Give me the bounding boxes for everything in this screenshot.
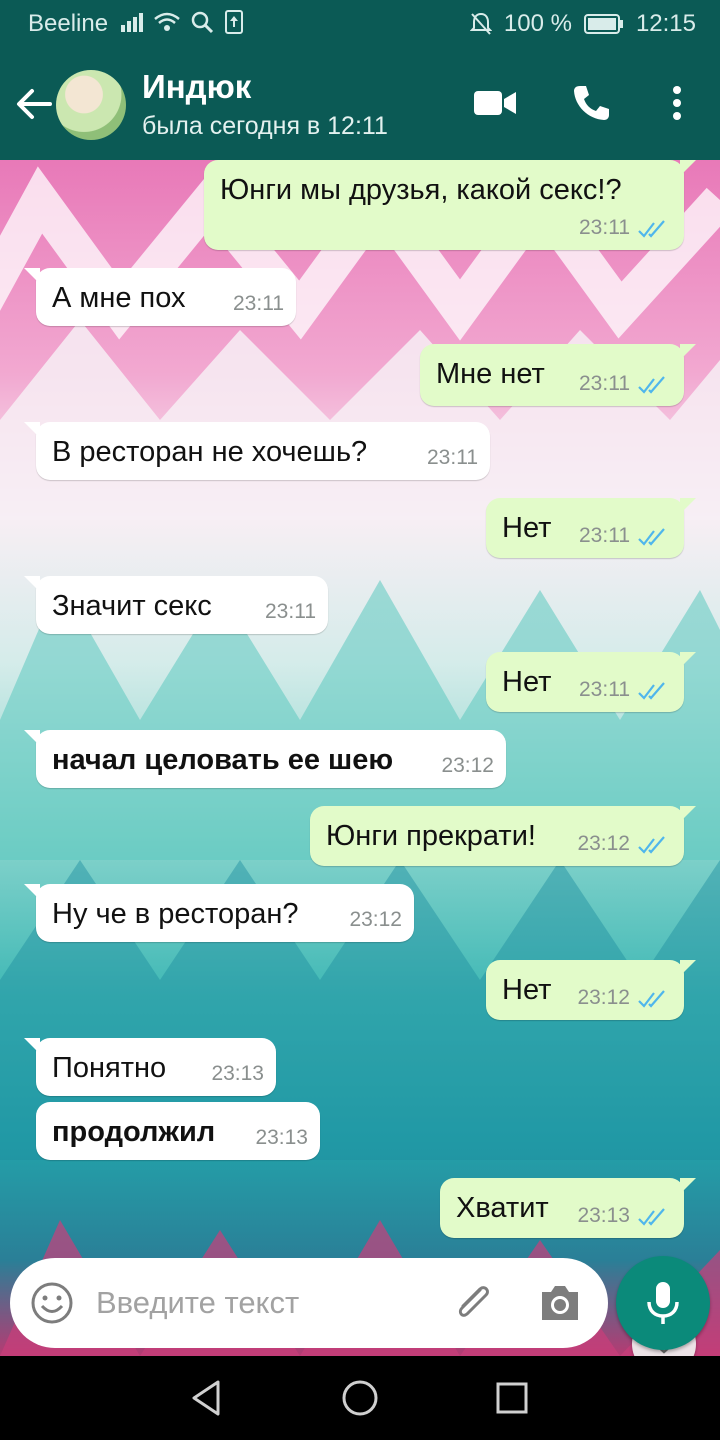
bubble-tail	[24, 268, 40, 284]
bubble-tail	[24, 730, 40, 746]
message-time: 23:11	[233, 292, 284, 315]
search-icon	[191, 11, 214, 34]
message-time: 23:12	[577, 832, 630, 855]
message-input[interactable]	[96, 1278, 436, 1328]
wifi-icon	[154, 12, 180, 31]
read-receipt-icon	[638, 990, 665, 1008]
message-text: Нет	[502, 666, 552, 698]
outgoing-message[interactable]: Юнги прекрати! 23:12	[310, 806, 696, 866]
chat-area[interactable]: Юнги мы друзья, какой секс!? 23:11 А мне п…	[0, 160, 720, 1356]
message-text: начал целовать ее шею	[52, 744, 394, 776]
video-call-button[interactable]	[470, 78, 520, 128]
attach-icon[interactable]	[450, 1280, 496, 1326]
message-text: продолжил	[52, 1116, 216, 1148]
more-vert-icon	[673, 86, 681, 120]
voice-record-button[interactable]	[616, 1256, 710, 1350]
contact-last-seen: была сегодня в 12:11	[142, 112, 388, 140]
message-time: 23:11	[579, 524, 630, 547]
contact-name[interactable]: Индюк	[142, 68, 251, 106]
outgoing-message[interactable]: Юнги мы друзья, какой секс!? 23:11	[204, 160, 696, 250]
outgoing-message[interactable]: Мне нет 23:11	[420, 344, 696, 406]
message-time: 23:13	[255, 1126, 308, 1149]
message-time: 23:13	[577, 1204, 630, 1227]
phone-icon	[574, 86, 609, 120]
battery-icon	[583, 14, 623, 34]
bubble-tail	[24, 576, 40, 592]
bell-off-icon	[469, 12, 492, 35]
signal-icon	[121, 13, 143, 32]
message-time: 23:13	[211, 1062, 264, 1085]
system-nav-bar	[0, 1356, 720, 1440]
incoming-message[interactable]: начал целовать ее шею 23:12	[24, 730, 506, 788]
message-time: 23:12	[577, 986, 630, 1009]
read-receipt-icon	[638, 1208, 665, 1226]
avatar[interactable]	[56, 70, 126, 140]
chat-header: Индюк была сегодня в 12:11	[0, 48, 720, 160]
message-time: 23:12	[349, 908, 402, 931]
back-arrow-icon[interactable]	[12, 82, 56, 126]
nav-home-icon[interactable]	[338, 1376, 382, 1420]
bubble-tail	[680, 498, 696, 514]
message-text: Понятно	[52, 1052, 167, 1084]
status-bar: Beeline 100 % 12:15	[0, 0, 720, 48]
outgoing-message[interactable]: Хватит 23:13	[440, 1178, 696, 1238]
message-text: Значит секс	[52, 590, 212, 622]
bubble-tail	[24, 1038, 40, 1054]
read-receipt-icon	[638, 682, 665, 700]
message-text: Нет	[502, 974, 552, 1006]
message-time: 23:11	[265, 600, 316, 623]
message-text: Ну че в ресторан?	[52, 898, 299, 930]
more-options-button[interactable]	[652, 78, 702, 128]
bubble-tail	[680, 160, 696, 176]
message-composer	[10, 1258, 608, 1348]
carrier-label: Beeline	[28, 10, 109, 37]
read-receipt-icon	[638, 220, 665, 238]
incoming-message[interactable]: В ресторан не хочешь? 23:11	[24, 422, 490, 480]
outgoing-message[interactable]: Нет 23:11	[486, 652, 696, 712]
message-text: Мне нет	[436, 358, 545, 390]
message-time: 23:11	[579, 216, 630, 239]
incoming-message[interactable]: Ну че в ресторан? 23:12	[24, 884, 414, 942]
message-time: 23:11	[579, 678, 630, 701]
bubble-tail	[680, 344, 696, 360]
outgoing-message[interactable]: Нет 23:11	[486, 498, 696, 558]
bubble-tail	[680, 652, 696, 668]
message-text: В ресторан не хочешь?	[52, 436, 368, 468]
incoming-message[interactable]: Значит секс 23:11	[24, 576, 328, 634]
incoming-message[interactable]: Понятно 23:13	[24, 1038, 276, 1096]
voice-call-button[interactable]	[566, 78, 616, 128]
read-receipt-icon	[638, 528, 665, 546]
message-text: Юнги прекрати!	[326, 820, 536, 852]
nav-back-icon[interactable]	[184, 1376, 228, 1420]
bubble-tail	[24, 884, 40, 900]
read-receipt-icon	[638, 376, 665, 394]
emoji-icon[interactable]	[30, 1281, 74, 1325]
message-text: А мне пох	[52, 282, 186, 314]
message-time: 23:12	[441, 754, 494, 777]
video-call-icon	[474, 91, 516, 115]
incoming-message[interactable]: продолжил 23:13	[36, 1102, 320, 1160]
read-receipt-icon	[638, 836, 665, 854]
incoming-message[interactable]: А мне пох 23:11	[24, 268, 296, 326]
message-text: Нет	[502, 512, 552, 544]
outgoing-message[interactable]: Нет 23:12	[486, 960, 696, 1020]
bubble-tail	[680, 960, 696, 976]
nav-recents-icon[interactable]	[490, 1376, 534, 1420]
battery-percent: 100 %	[503, 10, 572, 37]
bubble-tail	[24, 422, 40, 438]
clock: 12:15	[635, 10, 696, 37]
bubble-tail	[680, 1178, 696, 1194]
bubble-tail	[680, 806, 696, 822]
mic-icon	[647, 1282, 679, 1324]
message-time: 23:11	[427, 446, 478, 469]
message-text: Хватит	[456, 1192, 549, 1224]
message-time: 23:11	[579, 372, 630, 395]
upload-icon	[225, 10, 243, 34]
message-text: Юнги мы друзья, какой секс!?	[220, 174, 622, 206]
camera-icon[interactable]	[538, 1282, 582, 1324]
